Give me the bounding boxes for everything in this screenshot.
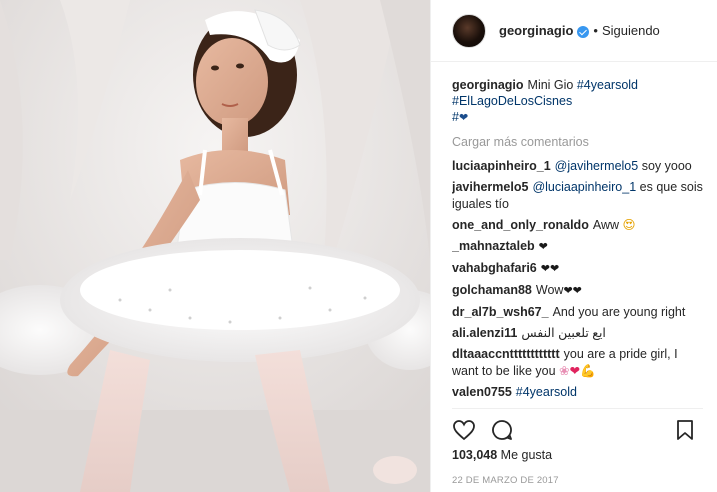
ballet-girl-photo bbox=[0, 0, 430, 492]
hashtag-link[interactable]: #4yearsold bbox=[577, 78, 638, 92]
verified-badge-icon bbox=[577, 25, 590, 38]
post-actions: 103,048 Me gusta 22 DE MARZO DE 2017 bbox=[452, 408, 703, 492]
comment-text: Wow bbox=[535, 283, 564, 297]
likes-number: 103,048 bbox=[452, 448, 498, 462]
instagram-post: georginagio • Siguiendo georginagio Mini … bbox=[0, 0, 717, 492]
comment-username[interactable]: javihermelo5 bbox=[452, 180, 528, 194]
flower-emoji-icon: ❀ bbox=[559, 364, 570, 378]
flexed-arm-emoji-icon: 💪 bbox=[580, 364, 596, 378]
comment-text: soy yooo bbox=[641, 159, 692, 173]
mention-link[interactable]: @javihermelo5 bbox=[555, 159, 639, 173]
load-more-comments-link[interactable]: Cargar más comentarios bbox=[452, 135, 703, 149]
red-heart-emoji-icon: ❤ bbox=[569, 364, 580, 378]
comments-scrollbar[interactable] bbox=[711, 62, 717, 408]
follow-status-button[interactable]: Siguiendo bbox=[602, 23, 660, 38]
comment-item: javihermelo5 @luciaapinheiro_1 es que soi… bbox=[452, 179, 703, 213]
likes-label: Me gusta bbox=[500, 448, 553, 462]
heart-icon[interactable] bbox=[452, 418, 476, 442]
comment-item: vahabghafari6 ❤❤ bbox=[452, 260, 703, 278]
comment-username[interactable]: ali.alenzi11 bbox=[452, 326, 517, 340]
mention-link[interactable]: @luciaapinheiro_1 bbox=[532, 180, 636, 194]
black-heart-emoji-icon: ❤❤ bbox=[540, 263, 560, 275]
comment-username[interactable]: valen0755 bbox=[452, 385, 512, 399]
comment-username[interactable]: _mahnaztaleb bbox=[452, 239, 535, 253]
comment-username[interactable]: one_and_only_ronaldo bbox=[452, 218, 589, 232]
black-heart-emoji-icon: ❤❤ bbox=[563, 285, 582, 297]
blue-heart-emoji-icon: ❤ bbox=[458, 112, 469, 124]
comment-item: dr_al7b_wsh67_ And you are young right bbox=[452, 304, 703, 321]
comment-text: ايع تلعبين النفس bbox=[521, 326, 606, 340]
comment-item: ali.alenzi11 ايع تلعبين النفس bbox=[452, 325, 703, 342]
comment-item: one_and_only_ronaldo Aww 😍 bbox=[452, 217, 703, 234]
post-header: georginagio • Siguiendo bbox=[431, 0, 717, 62]
post-photo[interactable] bbox=[0, 0, 430, 492]
comment-item: valen0755 #4yearsold bbox=[452, 384, 703, 401]
comment-item: dltaaaccntttttttttttt you are a pride gir… bbox=[452, 346, 703, 380]
header-username[interactable]: georginagio bbox=[499, 23, 573, 38]
hashtag-link[interactable]: # bbox=[452, 110, 459, 124]
comment-item: golchaman88 Wow❤❤ bbox=[452, 282, 703, 300]
comment-username[interactable]: vahabghafari6 bbox=[452, 261, 537, 275]
comments-list[interactable]: georginagio Mini Gio #4yearsold #ElLagoDe… bbox=[452, 77, 703, 407]
caption-username[interactable]: georginagio bbox=[452, 78, 524, 92]
comment-username[interactable]: luciaapinheiro_1 bbox=[452, 159, 551, 173]
comment-text: Aww bbox=[592, 218, 620, 232]
post-caption: georginagio Mini Gio #4yearsold #ElLagoDe… bbox=[452, 77, 703, 126]
comment-text: And you are young right bbox=[552, 305, 686, 319]
comment-item: _mahnaztaleb ❤ bbox=[452, 238, 703, 256]
post-side-panel: georginagio • Siguiendo georginagio Mini … bbox=[430, 0, 717, 492]
likes-count[interactable]: 103,048 Me gusta bbox=[452, 448, 703, 462]
bookmark-icon[interactable] bbox=[673, 418, 697, 442]
comment-icon[interactable] bbox=[490, 418, 514, 442]
post-date: 22 DE MARZO DE 2017 bbox=[452, 475, 559, 486]
heart-eyes-emoji-icon: 😍 bbox=[622, 218, 636, 232]
comment-username[interactable]: dltaaaccntttttttttttt bbox=[452, 347, 560, 361]
caption-text: Mini Gio bbox=[527, 78, 574, 92]
comment-username[interactable]: golchaman88 bbox=[452, 283, 532, 297]
comment-username[interactable]: dr_al7b_wsh67_ bbox=[452, 305, 549, 319]
header-separator: • bbox=[593, 23, 598, 38]
black-heart-emoji-icon: ❤ bbox=[538, 241, 548, 253]
action-icons bbox=[452, 417, 703, 443]
comment-item: luciaapinheiro_1 @javihermelo5 soy yooo bbox=[452, 158, 703, 175]
hashtag-link[interactable]: #ElLagoDeLosCisnes bbox=[452, 94, 572, 108]
hashtag-link[interactable]: #4yearsold bbox=[516, 385, 577, 399]
avatar[interactable] bbox=[452, 13, 486, 48]
